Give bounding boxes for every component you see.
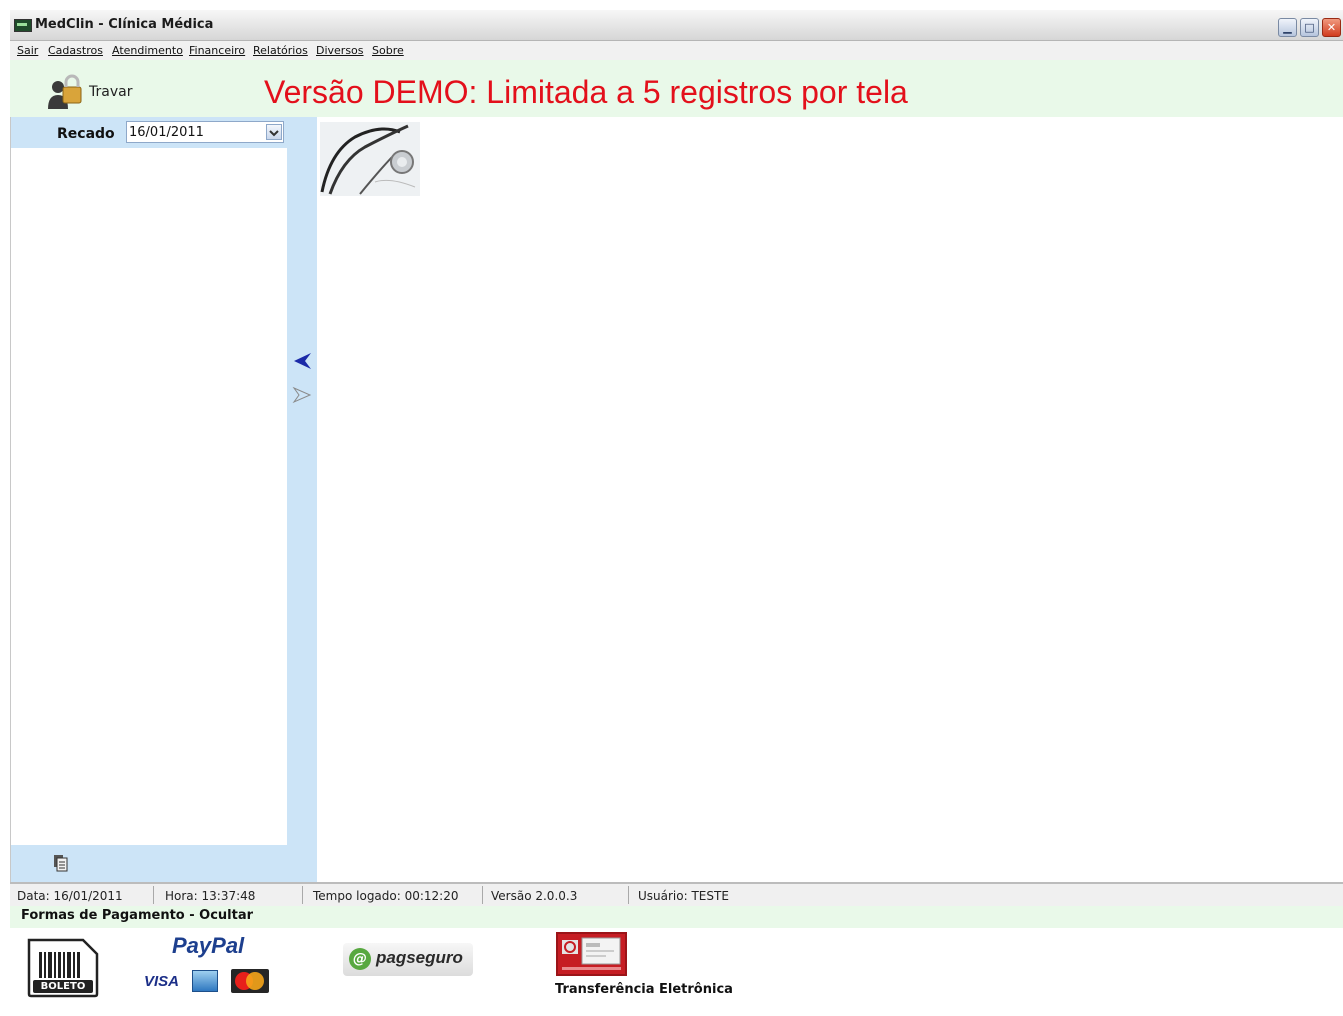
- chevron-down-icon[interactable]: [266, 124, 282, 140]
- status-user: Usuário: TESTE: [638, 889, 729, 903]
- lock-user-icon[interactable]: [46, 73, 84, 111]
- menu-sobre[interactable]: Sobre: [372, 44, 404, 57]
- status-separator: [628, 886, 629, 904]
- lock-button-label[interactable]: Travar: [89, 84, 132, 100]
- mastercard-yellow-circle: [246, 972, 264, 990]
- status-version: Versão 2.0.0.3: [491, 889, 578, 903]
- panel-splitter[interactable]: [287, 117, 317, 882]
- pagseguro-at-icon: @: [349, 948, 371, 970]
- status-separator: [302, 886, 303, 904]
- payment-header[interactable]: Formas de Pagamento - Ocultar: [10, 906, 1343, 928]
- paypal-logo[interactable]: PayPal: [172, 933, 244, 959]
- menu-bar: Sair Cadastros Atendimento Financeiro Re…: [10, 41, 1343, 60]
- status-bar: Data: 16/01/2011 Hora: 13:37:48 Tempo lo…: [10, 882, 1343, 906]
- date-value[interactable]: 16/01/2011: [129, 125, 204, 140]
- app-icon: [14, 19, 32, 32]
- transfer-label[interactable]: Transferência Eletrônica: [555, 982, 733, 997]
- status-time: Hora: 13:37:48: [165, 889, 256, 903]
- boleto-icon[interactable]: BOLETO: [25, 938, 100, 998]
- mastercard-icon: [231, 969, 269, 993]
- pagseguro-logo[interactable]: @ pagseguro: [343, 943, 473, 976]
- toolbar: Travar Versão DEMO: Limitada a 5 registr…: [10, 60, 1343, 117]
- collapse-arrow-icon[interactable]: [291, 350, 313, 372]
- recado-panel: Recado 16/01/2011: [10, 117, 288, 882]
- expand-arrow-icon[interactable]: [291, 384, 313, 406]
- status-logged-time: Tempo logado: 00:12:20: [313, 889, 459, 903]
- paypal-label: PayPal: [172, 933, 245, 958]
- menu-diversos[interactable]: Diversos: [316, 44, 364, 57]
- payment-header-label[interactable]: Formas de Pagamento - Ocultar: [21, 908, 253, 923]
- recado-header: Recado 16/01/2011: [11, 117, 288, 148]
- status-date: Data: 16/01/2011: [17, 889, 123, 903]
- minimize-button[interactable]: ▁: [1278, 18, 1297, 37]
- status-separator: [153, 886, 154, 904]
- date-picker[interactable]: 16/01/2011: [126, 121, 284, 143]
- close-button[interactable]: ✕: [1322, 18, 1341, 37]
- recado-label: Recado: [57, 126, 115, 142]
- menu-atendimento[interactable]: Atendimento: [112, 44, 183, 57]
- transfer-cards-icon[interactable]: [556, 932, 627, 976]
- visa-logo: VISA: [144, 973, 180, 990]
- title-bar[interactable]: MedClin - Clínica Médica ▁ □ ✕: [10, 10, 1343, 41]
- amex-card-icon: [192, 970, 218, 992]
- pagseguro-label: pagseguro: [376, 948, 463, 967]
- copy-icon[interactable]: [53, 854, 69, 872]
- menu-cadastros[interactable]: Cadastros: [48, 44, 103, 57]
- menu-relatorios[interactable]: Relatórios: [253, 44, 308, 57]
- main-content: [317, 117, 1343, 882]
- menu-sair[interactable]: Sair: [17, 44, 38, 57]
- maximize-button[interactable]: □: [1300, 18, 1319, 37]
- status-separator: [482, 886, 483, 904]
- recado-footer: [11, 845, 288, 882]
- payment-methods: BOLETO PayPal VISA @ pagseguro Transferê…: [10, 928, 1343, 1016]
- menu-financeiro[interactable]: Financeiro: [189, 44, 245, 57]
- boleto-label: BOLETO: [40, 981, 86, 992]
- window-title: MedClin - Clínica Médica: [35, 17, 214, 32]
- demo-banner: Versão DEMO: Limitada a 5 registros por …: [264, 74, 908, 110]
- stethoscope-image: [320, 122, 420, 196]
